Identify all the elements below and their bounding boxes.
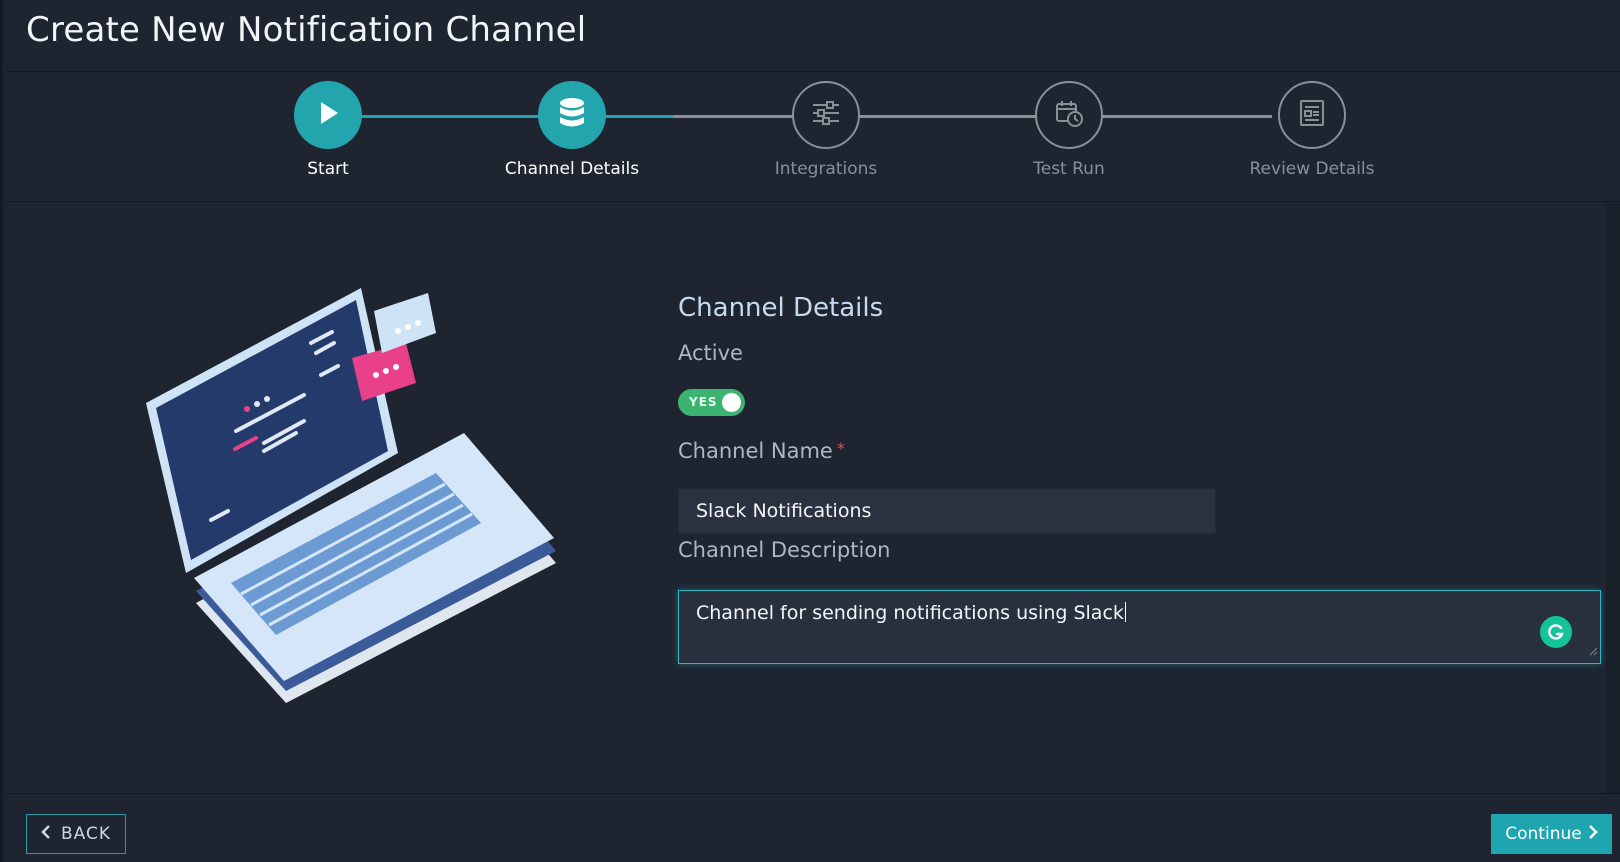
channel-name-label: Channel Name *	[678, 439, 845, 463]
step-circle	[1278, 81, 1346, 149]
wizard-stepper: Start Channel Details Integrations Test …	[6, 72, 1620, 202]
channel-description-value: Channel for sending notifications using …	[696, 602, 1124, 624]
toggle-text: YES	[689, 395, 718, 409]
main-content: Channel Details Active YES Channel Name *…	[6, 203, 1620, 793]
calendar-clock-icon	[1054, 98, 1084, 132]
step-label: Channel Details	[504, 159, 640, 179]
step-label: Integrations	[774, 159, 878, 179]
laptop-illustration	[136, 283, 566, 707]
active-toggle[interactable]: YES	[678, 389, 745, 416]
document-list-icon	[1298, 98, 1326, 132]
step-label: Start	[307, 159, 349, 179]
active-label: Active	[678, 341, 743, 365]
page-title: Create New Notification Channel	[26, 10, 587, 50]
toggle-knob	[722, 393, 741, 412]
continue-button-label: Continue	[1505, 824, 1582, 844]
vertical-scrollbar[interactable]	[1606, 203, 1620, 793]
back-button-label: BACK	[60, 824, 111, 844]
database-icon	[558, 97, 586, 133]
step-circle	[792, 81, 860, 149]
chevron-right-icon	[1588, 824, 1598, 844]
step-integrations[interactable]: Integrations	[716, 81, 936, 179]
back-button[interactable]: BACK	[26, 814, 126, 854]
channel-name-value: Slack Notifications	[696, 500, 872, 522]
resize-handle-icon[interactable]	[1588, 639, 1598, 661]
required-mark: *	[836, 439, 845, 458]
play-icon	[313, 98, 343, 132]
step-circle	[538, 81, 606, 149]
section-title: Channel Details	[678, 293, 884, 323]
continue-button[interactable]: Continue	[1491, 814, 1612, 854]
app-window: Create New Notification Channel Start Ch…	[0, 0, 1620, 862]
sliders-icon	[811, 100, 841, 130]
step-start[interactable]: Start	[218, 81, 438, 179]
step-label: Review Details	[1249, 159, 1375, 179]
step-label: Test Run	[1033, 159, 1105, 179]
grammarly-icon[interactable]	[1540, 616, 1572, 648]
channel-name-input[interactable]: Slack Notifications	[678, 488, 1216, 534]
text-caret	[1124, 602, 1126, 622]
channel-description-textarea[interactable]: Channel for sending notifications using …	[678, 590, 1601, 664]
step-test-run[interactable]: Test Run	[959, 81, 1179, 179]
step-circle	[1035, 81, 1103, 149]
step-circle	[294, 81, 362, 149]
chevron-left-icon	[41, 824, 51, 844]
channel-description-label: Channel Description	[678, 538, 891, 562]
footer-bar: BACK Continue	[6, 793, 1620, 862]
step-review-details[interactable]: Review Details	[1202, 81, 1422, 179]
step-channel-details[interactable]: Channel Details	[462, 81, 682, 179]
page-header: Create New Notification Channel	[6, 0, 1620, 72]
channel-name-label-text: Channel Name	[678, 439, 833, 463]
